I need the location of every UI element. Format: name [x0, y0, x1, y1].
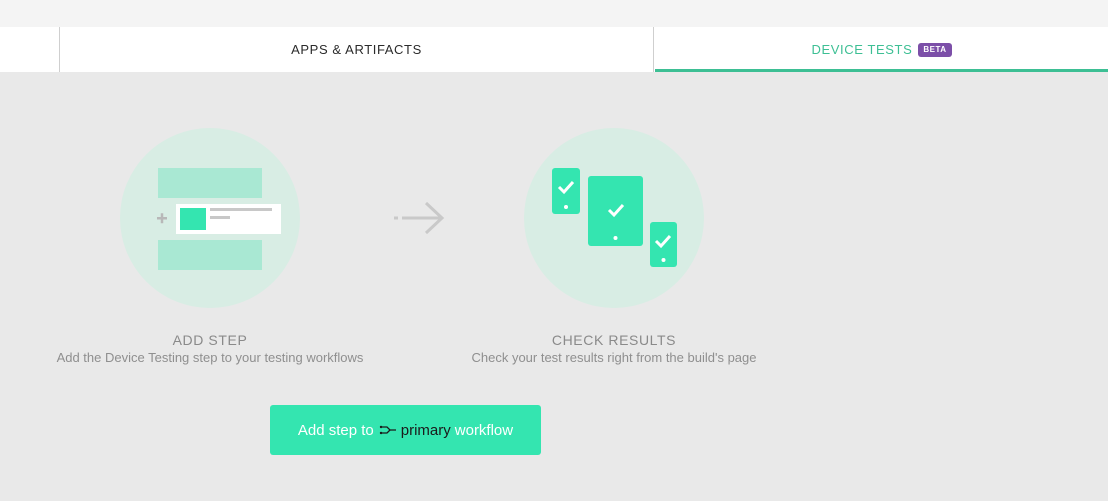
add-step-description: Add the Device Testing step to your test… — [56, 350, 364, 365]
check-results-title: CHECK RESULTS — [551, 332, 677, 348]
beta-badge: BETA — [918, 42, 952, 57]
add-step-title: ADD STEP — [172, 332, 248, 348]
top-strip — [0, 0, 1108, 27]
add-step-illustration — [120, 128, 300, 308]
arrow-right-icon — [394, 201, 445, 235]
tab-apps-label: APPS & ARTIFACTS — [291, 42, 422, 57]
tab-bar: APPS & ARTIFACTS DEVICE TESTS BETA — [0, 27, 1108, 72]
check-results-description: Check your test results right from the b… — [471, 350, 757, 365]
tab-device-tests[interactable]: DEVICE TESTS BETA — [655, 27, 1108, 72]
cta-suffix: workflow — [454, 421, 514, 439]
tab-device-label: DEVICE TESTS — [811, 42, 913, 57]
workflow-icon — [379, 425, 396, 435]
add-step-to-workflow-button[interactable]: Add step to primary workflow — [270, 405, 541, 455]
cta-prefix: Add step to — [297, 421, 374, 439]
cta-workflow-name: primary — [400, 421, 451, 439]
tab-apps-artifacts[interactable]: APPS & ARTIFACTS — [59, 27, 654, 72]
check-results-illustration — [524, 128, 704, 308]
